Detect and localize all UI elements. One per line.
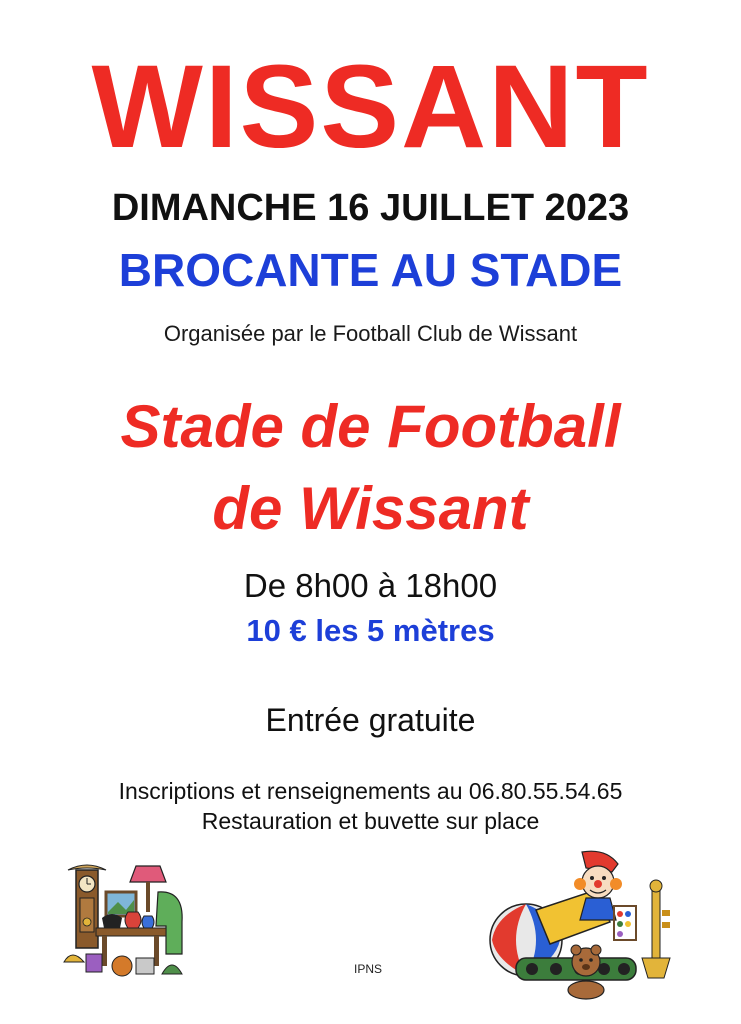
event-date: DIMANCHE 16 JUILLET 2023	[111, 187, 630, 229]
venue-line-1: Stade de Football	[120, 393, 621, 460]
antiques-clipart-icon	[63, 864, 183, 977]
poster-title: WISSANT	[91, 41, 650, 173]
pitch-price: 10 € les 5 mètres	[246, 613, 495, 648]
catering-info: Restauration et buvette sur place	[201, 808, 540, 834]
ipns-notice: IPNS	[353, 962, 382, 976]
entry-text: Entrée gratuite	[265, 702, 476, 738]
poster: WISSANT DIMANCHE 16 JUILLET 2023 BROCANT…	[0, 0, 741, 1024]
toys-clipart-icon	[489, 850, 671, 1000]
event-name: BROCANTE AU STADE	[118, 244, 623, 296]
organiser-text: Organisée par le Football Club de Wissan…	[163, 321, 578, 346]
registration-info: Inscriptions et renseignements au 06.80.…	[118, 778, 623, 804]
opening-hours: De 8h00 à 18h00	[243, 567, 498, 604]
venue-line-2: de Wissant	[212, 475, 529, 542]
